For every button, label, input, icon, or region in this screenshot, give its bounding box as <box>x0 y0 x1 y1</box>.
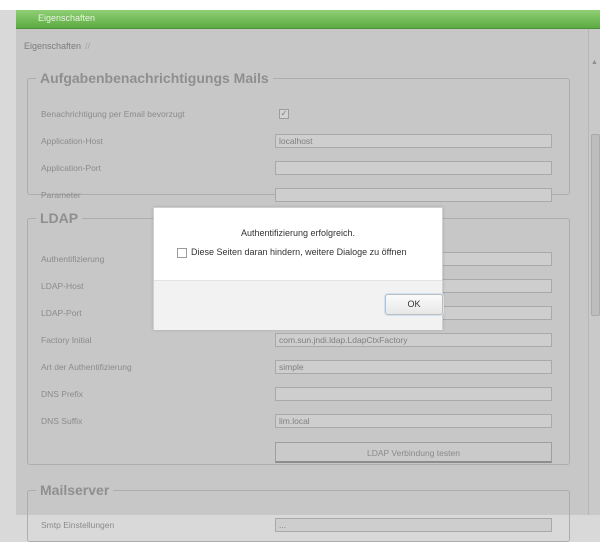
breadcrumb: Eigenschaften // <box>24 41 90 51</box>
email-pref-checkbox[interactable]: ✓ <box>279 109 289 119</box>
mail-settings-section: Aufgabenbenachrichtigungs Mails Benachri… <box>27 70 570 202</box>
scroll-thumb[interactable] <box>591 134 600 316</box>
alert-dialog: Authentifizierung erfolgreich. Diese Sei… <box>153 207 443 330</box>
auth-type-label: Art der Authentifizierung <box>41 362 132 372</box>
window-title: Eigenschaften <box>38 13 96 23</box>
factory-label: Factory Initial <box>41 335 92 345</box>
page-top-strip <box>0 0 600 10</box>
mailserver-row-smtp: Smtp Einstellungen ... <box>28 518 569 534</box>
mailserver-legend: Mailserver <box>40 482 110 498</box>
dns-suffix-input[interactable]: lim.local <box>275 414 552 428</box>
app-port-input[interactable] <box>275 161 552 175</box>
suppress-dialogs-label[interactable]: Diese Seiten daran hindern, weitere Dial… <box>191 247 406 257</box>
ldap-row-factory: Factory Initial com.sun.jndi.ldap.LdapCt… <box>28 333 569 349</box>
breadcrumb-label[interactable]: Eigenschaften <box>24 41 81 51</box>
ldap-host-label: LDAP-Host <box>41 281 84 291</box>
parameter-label: Parameter <box>41 190 81 200</box>
dns-prefix-input[interactable] <box>275 387 552 401</box>
vertical-scrollbar[interactable]: ▲ <box>588 29 600 515</box>
mail-row-app-host: Application-Host localhost <box>28 134 569 150</box>
window-title-bar: Eigenschaften <box>16 10 600 29</box>
auth-label: Authentifizierung <box>41 254 105 264</box>
mail-row-parameter: Parameter <box>28 188 569 204</box>
mail-row-email-pref: Benachrichtigung per Email bevorzugt ✓ <box>28 107 569 123</box>
ldap-row-dns-prefix: DNS Prefix <box>28 387 569 403</box>
ldap-port-label: LDAP-Port <box>41 308 82 318</box>
scroll-up-arrow-icon[interactable]: ▲ <box>591 59 598 66</box>
ldap-test-button[interactable]: LDAP Verbindung testen <box>275 442 552 463</box>
ldap-row-auth-type: Art der Authentifizierung simple <box>28 360 569 376</box>
breadcrumb-separator: // <box>85 41 91 51</box>
mail-settings-legend: Aufgabenbenachrichtigungs Mails <box>40 70 269 86</box>
suppress-dialogs-checkbox[interactable] <box>177 248 187 258</box>
parameter-input[interactable] <box>275 188 552 202</box>
dns-prefix-label: DNS Prefix <box>41 389 84 399</box>
auth-type-input[interactable]: simple <box>275 360 552 374</box>
app-host-label: Application-Host <box>41 136 103 146</box>
factory-input[interactable]: com.sun.jndi.ldap.LdapCtxFactory <box>275 333 552 347</box>
smtp-label: Smtp Einstellungen <box>41 520 115 530</box>
smtp-input[interactable]: ... <box>275 518 552 532</box>
dns-suffix-label: DNS Suffix <box>41 416 83 426</box>
ok-button[interactable]: OK <box>385 294 443 315</box>
app-host-input[interactable]: localhost <box>275 134 552 148</box>
email-pref-label: Benachrichtigung per Email bevorzugt <box>41 109 185 119</box>
mailserver-section: Mailserver Smtp Einstellungen ... <box>27 482 570 542</box>
ldap-row-dns-suffix: DNS Suffix lim.local <box>28 414 569 430</box>
dialog-footer: OK <box>154 280 443 330</box>
dialog-message: Authentifizierung erfolgreich. <box>240 228 356 238</box>
mail-row-app-port: Application-Port <box>28 161 569 177</box>
ldap-legend: LDAP <box>40 210 79 226</box>
app-port-label: Application-Port <box>41 163 102 173</box>
